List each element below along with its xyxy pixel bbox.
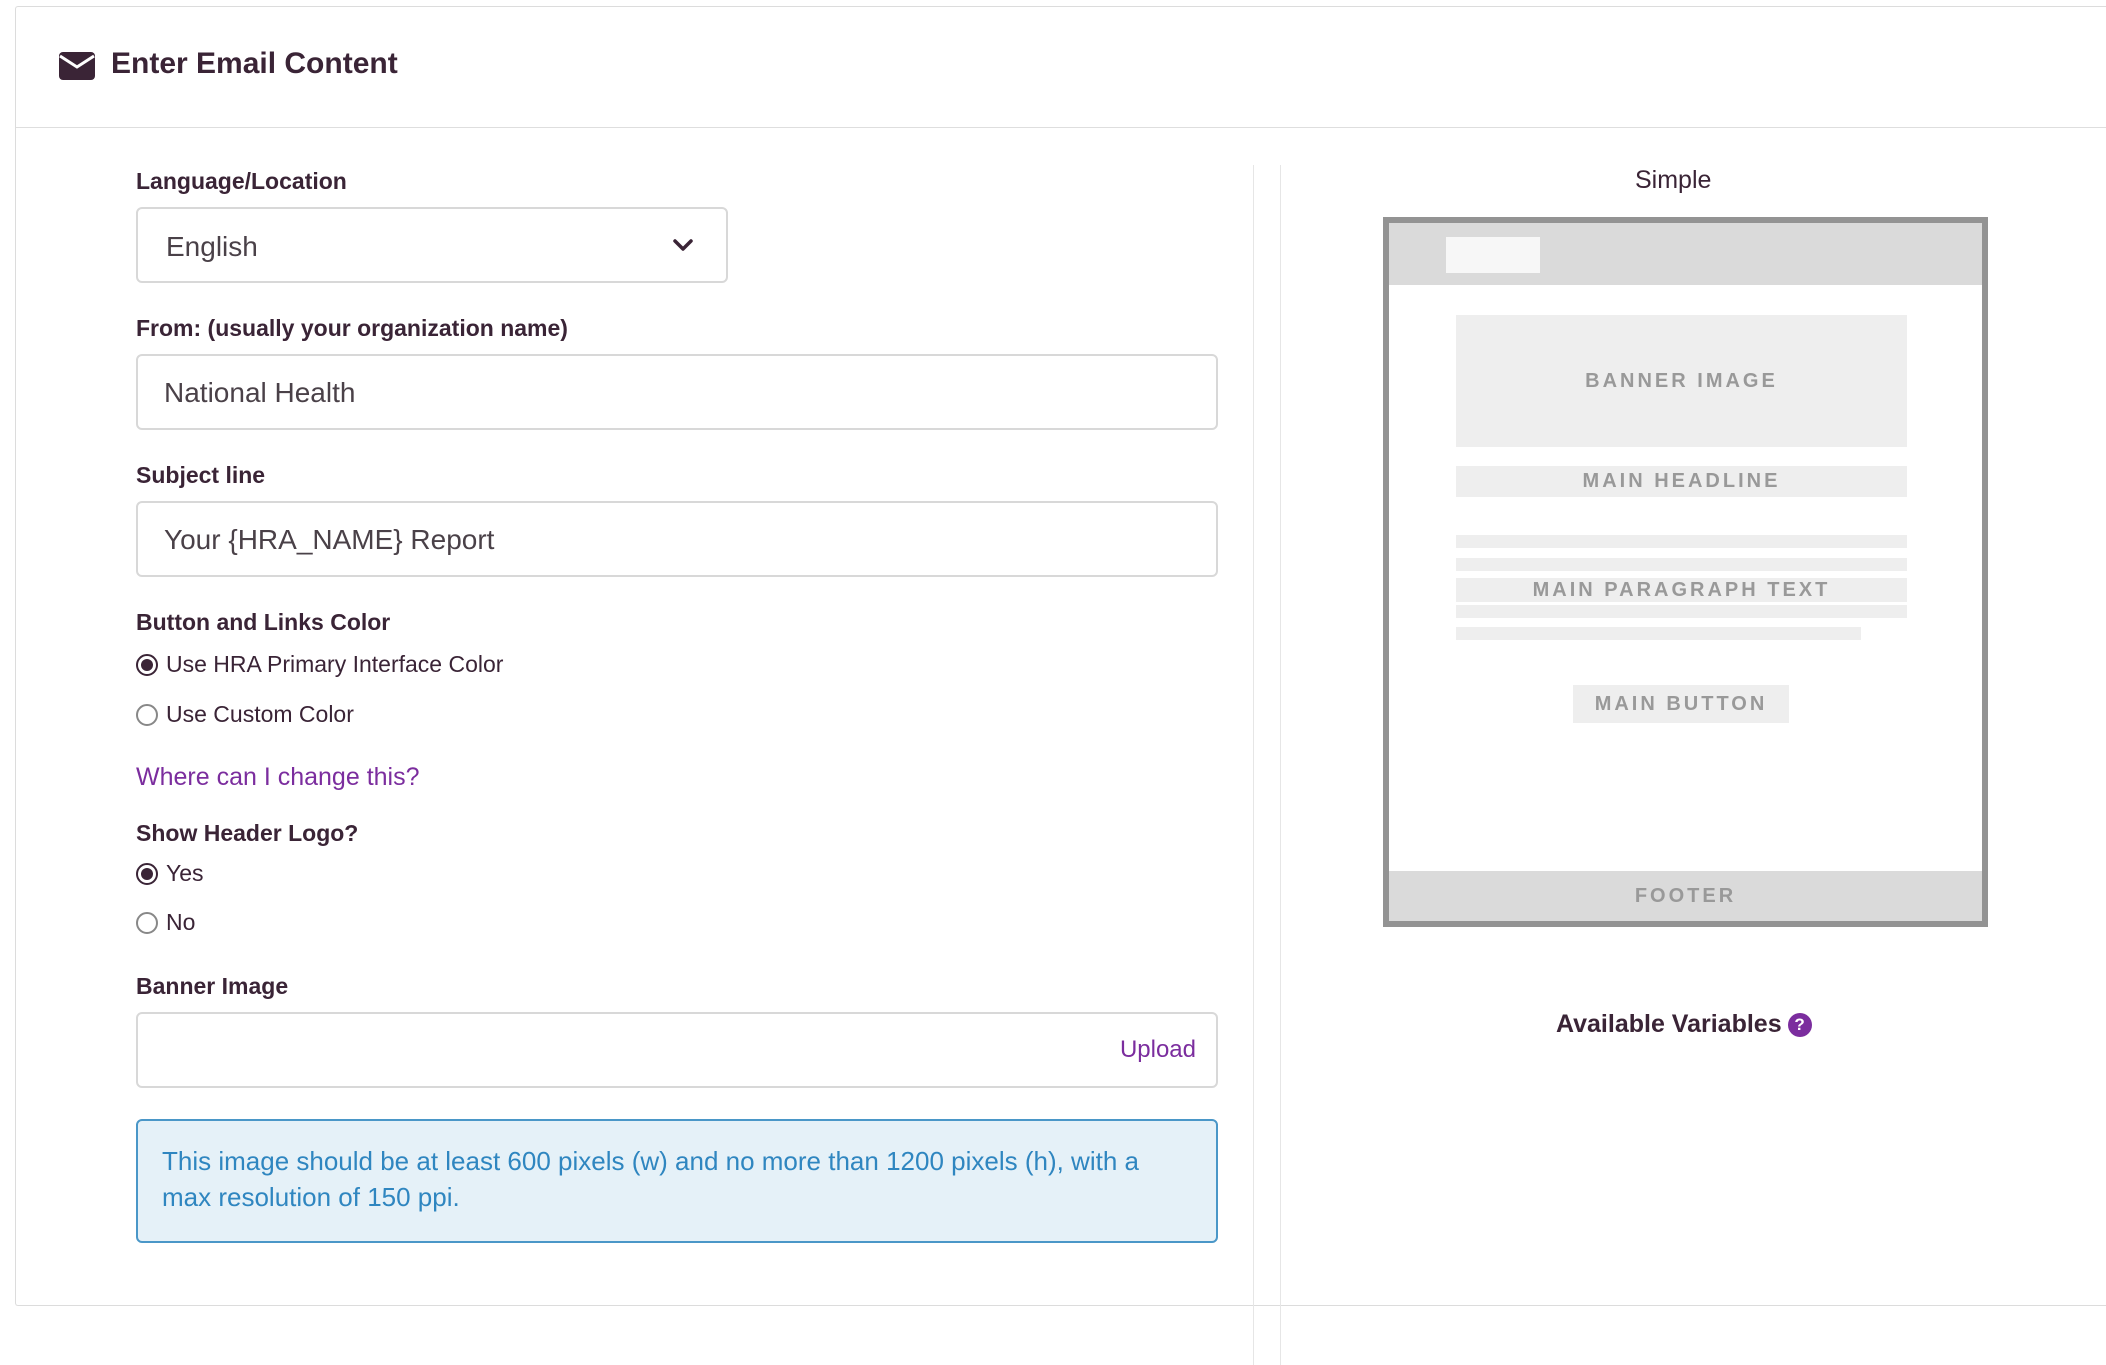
banner-image-label: Banner Image (136, 973, 289, 999)
radio-logo-no[interactable]: No (136, 909, 195, 936)
email-template-preview[interactable]: BANNER IMAGE MAIN HEADLINE MAIN PARAGRAP… (1383, 217, 1988, 927)
preview-text-line (1456, 627, 1861, 640)
header-logo-label: Show Header Logo? (136, 820, 359, 846)
available-variables[interactable]: Available Variables ? (1556, 1010, 1812, 1039)
button-color-label: Button and Links Color (136, 609, 391, 635)
subject-field[interactable]: Your {HRA_NAME} Report (136, 501, 1218, 577)
preview-footer: FOOTER (1389, 871, 1982, 921)
envelope-icon (59, 52, 95, 80)
radio-selected-icon[interactable] (136, 862, 158, 885)
question-icon[interactable]: ? (1787, 1012, 1812, 1037)
language-label: Language/Location (136, 168, 347, 194)
subject-value: Your {HRA_NAME} Report (164, 524, 495, 555)
from-field[interactable]: National Health (136, 354, 1218, 430)
column-divider (1253, 165, 1281, 1365)
radio-label: No (166, 909, 196, 935)
preview-button: MAIN BUTTON (1573, 685, 1789, 723)
radio-unselected-icon[interactable] (136, 911, 158, 934)
radio-label: Use HRA Primary Interface Color (166, 651, 504, 677)
preview-paragraph: MAIN PARAGRAPH TEXT (1456, 578, 1907, 602)
from-value: National Health (164, 377, 356, 408)
subject-label: Subject line (136, 462, 266, 488)
radio-label: Yes (166, 860, 204, 886)
radio-unselected-icon[interactable] (136, 703, 158, 726)
preview-text-line (1456, 558, 1907, 571)
preview-logo-placeholder (1446, 237, 1540, 273)
radio-selected-icon[interactable] (136, 653, 158, 676)
preview-header (1389, 223, 1982, 285)
image-size-info: This image should be at least 600 pixels… (136, 1119, 1218, 1243)
template-name: Simple (1635, 166, 1712, 194)
preview-banner: BANNER IMAGE (1456, 315, 1907, 447)
radio-hra-primary-color[interactable]: Use HRA Primary Interface Color (136, 651, 503, 678)
banner-image-field[interactable]: Upload (136, 1012, 1218, 1088)
from-label: From: (usually your organization name) (136, 315, 568, 341)
panel-header: Enter Email Content (16, 7, 2106, 128)
language-value: English (166, 231, 258, 262)
language-select[interactable]: English (136, 207, 728, 283)
upload-link[interactable]: Upload (1120, 1036, 1196, 1064)
radio-label: Use Custom Color (166, 701, 354, 727)
radio-custom-color[interactable]: Use Custom Color (136, 701, 354, 728)
page-title: Enter Email Content (111, 47, 398, 80)
change-color-link[interactable]: Where can I change this? (136, 763, 420, 792)
chevron-down-icon (673, 239, 693, 251)
preview-text-line (1456, 535, 1907, 548)
radio-logo-yes[interactable]: Yes (136, 860, 204, 887)
preview-headline: MAIN HEADLINE (1456, 466, 1907, 497)
available-variables-label: Available Variables (1556, 1010, 1782, 1038)
preview-text-line (1456, 605, 1907, 618)
